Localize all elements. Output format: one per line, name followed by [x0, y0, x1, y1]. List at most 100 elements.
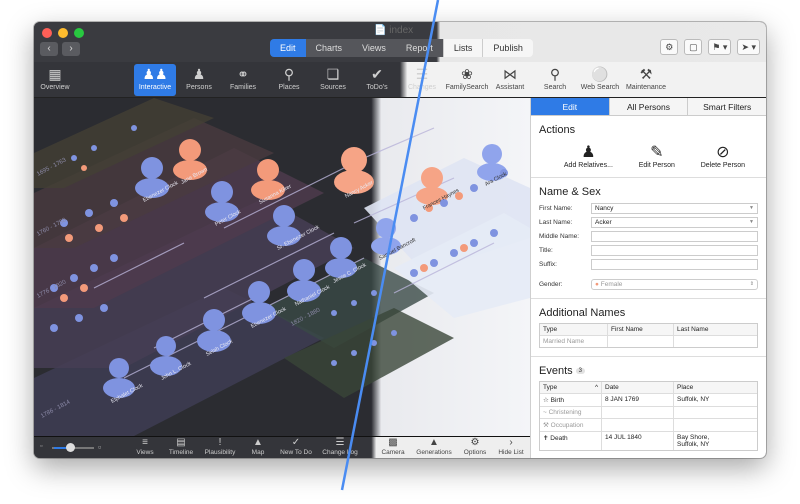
table-cell: [674, 336, 757, 347]
tree-graphic[interactable]: Elphalet Clock John L. Clock Selah Clock…: [34, 98, 530, 436]
title-bar: ‹ › 📄 index Edit Charts Views Report Lis…: [34, 22, 766, 62]
document-icon: 📄: [374, 25, 387, 36]
new-todo-button[interactable]: ✓ New To Do: [276, 437, 316, 458]
toolbar-label: Changes: [407, 84, 437, 91]
edit-person-button[interactable]: ✎ Edit Person: [639, 142, 675, 169]
bottom-label: Views: [136, 449, 154, 456]
zoom-slider[interactable]: ▫ ▫: [40, 441, 106, 455]
tag-icon[interactable]: ➤ ▾: [737, 39, 760, 55]
map-icon: ▲: [253, 437, 263, 448]
tab-charts[interactable]: Charts: [305, 39, 353, 57]
table-row[interactable]: ⚒ Occupation: [540, 419, 757, 432]
bottom-label: New To Do: [280, 449, 312, 456]
views-button[interactable]: ≡ Views: [130, 437, 160, 458]
toolbar-changes[interactable]: ☰ Changes: [404, 64, 440, 96]
column-header[interactable]: Date: [602, 382, 674, 393]
sort-ascending-icon: ^: [594, 384, 598, 391]
globe-search-icon: ⚪: [591, 66, 609, 82]
minimize-window-button[interactable]: [58, 28, 68, 38]
sidebar-toggle-icon[interactable]: ▢: [684, 39, 703, 55]
toolbar-interactive[interactable]: ♟♟ Interactive: [134, 64, 176, 96]
bowtie-icon: ⋈: [503, 66, 517, 82]
camera-icon: ▩: [388, 437, 398, 448]
toolbar-maintenance[interactable]: ⚒ Maintenance: [624, 64, 668, 96]
sync-icon[interactable]: ⚙: [660, 39, 679, 55]
first-name-field[interactable]: Nancy ▼: [591, 202, 758, 214]
bottom-toolbar: ▫ ▫ ≡ Views ▤ Timeline ! Plausibility ▲ Map …: [34, 436, 530, 458]
toolbar-sources[interactable]: ❏ Sources: [316, 64, 350, 96]
camera-button[interactable]: ▩ Camera: [378, 437, 408, 458]
delete-person-button[interactable]: ⊘ Delete Person: [701, 142, 745, 169]
search-icon: ⚲: [549, 66, 561, 82]
table-row[interactable]: ☆ Birth 8 JAN 1769 Suffolk, NY: [540, 394, 757, 407]
interactive-icon: ♟♟: [142, 66, 168, 82]
bookmark-icon[interactable]: ⚑ ▾: [708, 39, 732, 55]
timeline-button[interactable]: ▤ Timeline: [164, 437, 198, 458]
zoom-slider-handle[interactable]: [66, 443, 75, 452]
tab-report[interactable]: Report: [395, 39, 443, 57]
toolbar-label: ToDo's: [366, 84, 388, 91]
title-field[interactable]: [591, 244, 758, 256]
zoom-window-button[interactable]: [74, 28, 84, 38]
gender-label: Gender:: [539, 280, 563, 288]
tab-lists[interactable]: Lists: [442, 39, 483, 57]
plausibility-button[interactable]: ! Plausibility: [202, 437, 238, 458]
chevron-down-icon: ▼: [749, 204, 754, 211]
add-relatives-button[interactable]: ♟ Add Relatives...: [564, 142, 613, 169]
toolbar-families[interactable]: ⚭ Families: [226, 64, 260, 96]
map-button[interactable]: ▲ Map: [244, 437, 272, 458]
panel-tab-smart-filters[interactable]: Smart Filters: [688, 98, 766, 115]
tab-views[interactable]: Views: [352, 39, 396, 57]
table-row[interactable]: ✝ Death 14 JUL 1840 Bay Shore, Suffolk, …: [540, 432, 757, 450]
column-header-text: Type: [543, 384, 558, 391]
toolbar-todos[interactable]: ✔ ToDo's: [360, 64, 394, 96]
column-header[interactable]: Type ^: [540, 382, 602, 393]
options-button[interactable]: ⚙ Options: [460, 437, 490, 458]
back-button[interactable]: ‹: [40, 42, 58, 56]
last-name-field[interactable]: Acker ▼: [591, 216, 758, 228]
generations-button[interactable]: ▲ Generations: [414, 437, 454, 458]
middle-name-field[interactable]: [591, 230, 758, 242]
bottom-label: Change Log: [322, 449, 358, 456]
column-header[interactable]: Place: [674, 382, 757, 393]
event-type: Death: [550, 435, 568, 442]
table-row[interactable]: Married Name: [540, 336, 757, 347]
table-cell: ☆ Birth: [540, 394, 602, 406]
bottom-label: Timeline: [168, 449, 194, 456]
window-title: 📄 index: [374, 25, 413, 36]
bottom-label: Hide List: [498, 449, 524, 456]
toolbar-assistant[interactable]: ⋈ Assistant: [492, 64, 528, 96]
suffix-field[interactable]: [591, 258, 758, 270]
forward-button[interactable]: ›: [62, 42, 80, 56]
toolbar-search[interactable]: ⚲ Search: [538, 64, 572, 96]
suffix-label: Suffix:: [539, 260, 557, 268]
change-log-button[interactable]: ☰ Change Log: [320, 437, 360, 458]
toolbar-label: Persons: [186, 84, 212, 91]
table-cell: [674, 407, 757, 418]
toolbar-places[interactable]: ⚲ Places: [272, 64, 306, 96]
hide-list-button[interactable]: › Hide List: [494, 437, 528, 458]
additional-names-heading: Additional Names: [539, 307, 626, 319]
panel-tab-all-persons[interactable]: All Persons: [609, 98, 689, 115]
toolbar-persons[interactable]: ♟ Persons: [182, 64, 216, 96]
person-icon: ♟: [192, 66, 206, 82]
panel-tab-edit[interactable]: Edit: [531, 98, 610, 115]
table-cell: [674, 419, 757, 431]
tree-icon: ❀: [461, 66, 473, 82]
event-type: Birth: [550, 397, 565, 404]
toolbar-familysearch[interactable]: ❀ FamilySearch: [444, 64, 490, 96]
interactive-tree-canvas[interactable]: Elphalet Clock John L. Clock Selah Clock…: [34, 98, 530, 436]
gender-select[interactable]: ● Female ⇕: [591, 278, 758, 290]
last-name-label: Last Name:: [539, 218, 573, 226]
action-label: Edit Person: [638, 162, 675, 169]
chevron-down-icon: ▼: [749, 218, 754, 225]
toolbar-web-search[interactable]: ⚪ Web Search: [578, 64, 622, 96]
close-window-button[interactable]: [42, 28, 52, 38]
main-tab-bar: Edit Charts Views Report Lists Publish: [270, 39, 533, 57]
table-row[interactable]: ~ Christening: [540, 407, 757, 419]
tab-edit[interactable]: Edit: [270, 39, 306, 57]
toolbar-overview[interactable]: ▦ Overview: [38, 64, 72, 96]
toolbar-label: Search: [543, 84, 567, 91]
tab-publish[interactable]: Publish: [482, 39, 533, 57]
toolbar-label: Web Search: [580, 84, 620, 91]
